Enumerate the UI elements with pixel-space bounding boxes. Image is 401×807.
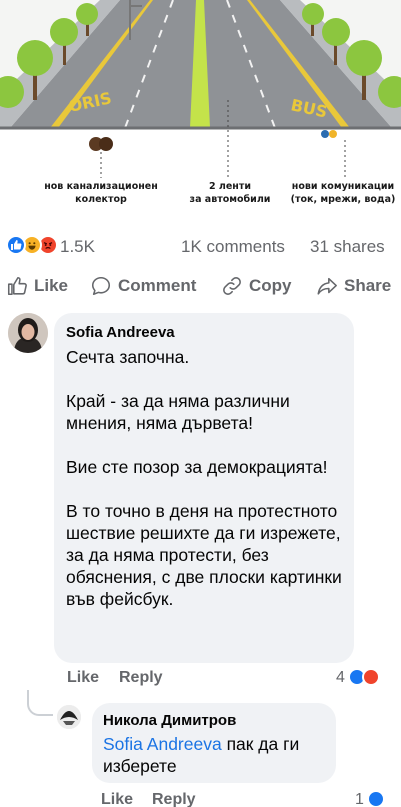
comment-bubble-icon <box>91 276 111 296</box>
like-button[interactable]: Like <box>6 272 68 300</box>
copy-button[interactable]: Copy <box>221 272 292 300</box>
road-illustration: ORIS BUS нов канализационен колектор 2 л… <box>0 0 401 218</box>
reply-thread-line <box>27 690 53 716</box>
caption-utilities: нови комуникации (ток, мрежи, вода) <box>290 181 396 205</box>
comment-reply-button[interactable]: Reply <box>119 669 163 687</box>
comment-paragraph: В то точно в деня на протестното шествие… <box>66 501 342 609</box>
reply-meta: Like Reply 1 <box>0 790 401 807</box>
comment-reaction-count[interactable]: 4 <box>336 669 345 687</box>
comments-count[interactable]: 1K comments <box>181 237 285 257</box>
profile-photo-icon <box>57 705 81 729</box>
comment-like-button[interactable]: Like <box>67 669 99 687</box>
comment-button[interactable]: Comment <box>90 272 196 300</box>
reaction-icons[interactable] <box>6 235 66 257</box>
comment-author[interactable]: Никола Димитров <box>103 711 325 731</box>
comment-paragraph: Сечта започна. <box>66 347 190 367</box>
copy-button-label: Copy <box>249 276 292 295</box>
comment-author[interactable]: Sofia Andreeva <box>66 323 342 343</box>
caption-lanes: 2 ленти за автомобили <box>189 181 271 205</box>
post-stats-bar: 1.5K 1K comments 31 shares <box>0 231 401 261</box>
like-button-label: Like <box>34 276 69 295</box>
comment-paragraph: Вие сте позор за демокрацията! <box>66 457 328 477</box>
mention-link[interactable]: Sofia Andreeva <box>103 734 222 754</box>
reactions-count[interactable]: 1.5K <box>60 237 95 257</box>
like-reaction-icon <box>6 235 26 255</box>
link-icon <box>223 277 241 295</box>
share-button-label: Share <box>344 276 392 295</box>
like-reaction-icon[interactable] <box>367 790 385 807</box>
shares-count[interactable]: 31 shares <box>310 237 385 257</box>
angry-reaction-icon <box>362 668 380 686</box>
comment-reply-button[interactable]: Reply <box>152 791 196 807</box>
reply-bubble: Никола Димитров Sofia Andreeva пак да ги… <box>92 703 336 783</box>
comment-meta: Like Reply 4 <box>0 668 401 690</box>
comment-reaction-icons[interactable] <box>348 668 384 688</box>
profile-photo-icon <box>8 313 48 353</box>
comment-text: Sofia Andreeva пак да ги изберете <box>103 733 325 777</box>
share-button[interactable]: Share <box>316 272 391 300</box>
comment-paragraph: Край - за да няма различни мнения, няма … <box>66 391 290 433</box>
comment-reaction-count[interactable]: 1 <box>355 791 364 807</box>
share-arrow-icon <box>317 277 337 295</box>
avatar[interactable] <box>8 313 48 353</box>
comment-button-label: Comment <box>118 276 197 295</box>
comment-bubble: Sofia Andreeva Сечта започна. Край - за … <box>54 313 354 663</box>
caption-sewer: нов канализационен колектор <box>44 181 158 205</box>
thumbs-up-icon <box>7 276 27 296</box>
avatar[interactable] <box>57 705 81 729</box>
comment-text: Сечта започна. Край - за да няма различн… <box>66 346 342 610</box>
post-action-bar: Like Comment Copy Share <box>0 268 401 304</box>
comment-like-button[interactable]: Like <box>101 791 133 807</box>
